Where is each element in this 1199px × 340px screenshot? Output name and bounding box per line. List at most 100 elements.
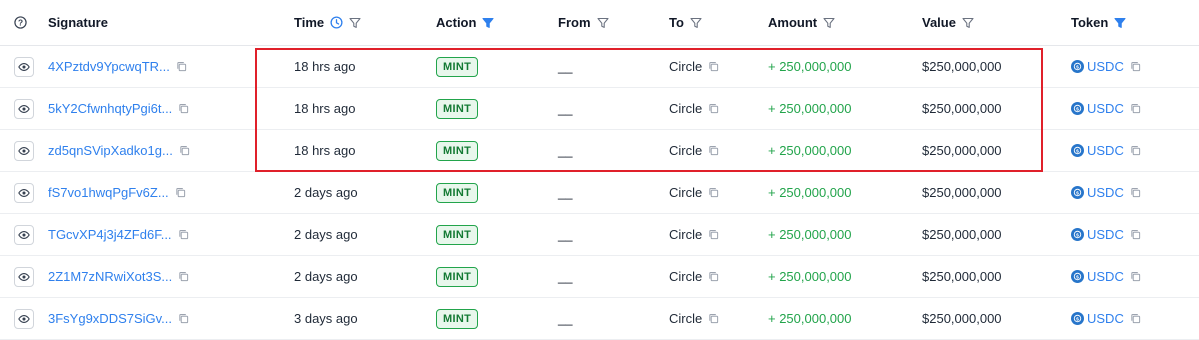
table-header: ? Signature Time Action From To Amount V… xyxy=(0,0,1199,46)
amount-text: + 250,000,000 xyxy=(768,185,852,200)
help-icon[interactable]: ? xyxy=(14,0,27,45)
copy-icon[interactable] xyxy=(1130,313,1141,324)
from-text: __ xyxy=(558,185,573,200)
eye-icon xyxy=(18,313,30,325)
copy-icon[interactable] xyxy=(178,229,189,240)
value-text: $250,000,000 xyxy=(922,311,1002,326)
clock-icon[interactable] xyxy=(330,16,343,29)
usdc-coin-icon: $ xyxy=(1071,186,1084,199)
header-from: From xyxy=(558,15,591,30)
eye-icon xyxy=(18,103,30,115)
action-badge: MINT xyxy=(436,224,479,245)
token-link[interactable]: USDC xyxy=(1087,227,1124,242)
token-link[interactable]: USDC xyxy=(1087,143,1124,158)
header-amount: Amount xyxy=(768,15,818,30)
signature-link[interactable]: 3FsYg9xDDS7SiGv... xyxy=(48,311,172,326)
signature-link[interactable]: TGcvXP4j3j4ZFd6F... xyxy=(48,227,172,242)
svg-text:$: $ xyxy=(1076,316,1079,322)
usdc-coin-icon: $ xyxy=(1071,144,1084,157)
action-badge: MINT xyxy=(436,266,479,287)
signature-link[interactable]: 2Z1M7zNRwiXot3S... xyxy=(48,269,172,284)
eye-icon xyxy=(18,61,30,73)
copy-icon[interactable] xyxy=(708,229,719,240)
view-details-button[interactable] xyxy=(14,182,34,203)
value-text: $250,000,000 xyxy=(922,269,1002,284)
filter-icon[interactable] xyxy=(596,17,609,29)
view-details-button[interactable] xyxy=(14,56,34,77)
header-signature: Signature xyxy=(48,15,108,30)
to-text[interactable]: Circle xyxy=(669,269,702,284)
signature-link[interactable]: 4XPztdv9YpcwqTR... xyxy=(48,59,170,74)
eye-icon xyxy=(18,145,30,157)
header-action: Action xyxy=(436,15,477,30)
to-text[interactable]: Circle xyxy=(669,311,702,326)
signature-link[interactable]: fS7vo1hwqPgFv6Z... xyxy=(48,185,169,200)
eye-icon xyxy=(18,271,30,283)
copy-icon[interactable] xyxy=(178,103,189,114)
copy-icon[interactable] xyxy=(178,313,189,324)
copy-icon[interactable] xyxy=(176,61,187,72)
svg-text:$: $ xyxy=(1076,64,1079,70)
view-details-button[interactable] xyxy=(14,140,34,161)
usdc-coin-icon: $ xyxy=(1071,270,1084,283)
eye-icon xyxy=(18,187,30,199)
time-text: 2 days ago xyxy=(294,269,358,284)
usdc-coin-icon: $ xyxy=(1071,60,1084,73)
table-row: 2Z1M7zNRwiXot3S... 2 days ago MINT __ Ci… xyxy=(0,256,1199,298)
copy-icon[interactable] xyxy=(178,271,189,282)
copy-icon[interactable] xyxy=(1130,145,1141,156)
token-link[interactable]: USDC xyxy=(1087,101,1124,116)
view-details-button[interactable] xyxy=(14,266,34,287)
copy-icon[interactable] xyxy=(1130,61,1141,72)
action-badge: MINT xyxy=(436,308,479,329)
copy-icon[interactable] xyxy=(175,187,186,198)
token-link[interactable]: USDC xyxy=(1087,59,1124,74)
svg-text:$: $ xyxy=(1076,232,1079,238)
copy-icon[interactable] xyxy=(708,271,719,282)
copy-icon[interactable] xyxy=(1130,103,1141,114)
amount-text: + 250,000,000 xyxy=(768,311,852,326)
time-text: 2 days ago xyxy=(294,227,358,242)
usdc-coin-icon: $ xyxy=(1071,228,1084,241)
action-badge: MINT xyxy=(436,182,479,203)
amount-text: + 250,000,000 xyxy=(768,227,852,242)
header-time: Time xyxy=(294,15,325,30)
copy-icon[interactable] xyxy=(708,187,719,198)
svg-text:$: $ xyxy=(1076,148,1079,154)
signature-link[interactable]: zd5qnSVipXadko1g... xyxy=(48,143,173,158)
copy-icon[interactable] xyxy=(1130,271,1141,282)
table-row: 3FsYg9xDDS7SiGv... 3 days ago MINT __ Ci… xyxy=(0,298,1199,340)
to-text[interactable]: Circle xyxy=(669,227,702,242)
filter-active-icon[interactable] xyxy=(1114,17,1126,29)
filter-icon[interactable] xyxy=(962,17,974,29)
token-link[interactable]: USDC xyxy=(1087,311,1124,326)
value-text: $250,000,000 xyxy=(922,185,1002,200)
view-details-button[interactable] xyxy=(14,224,34,245)
copy-icon[interactable] xyxy=(1130,187,1141,198)
copy-icon[interactable] xyxy=(708,313,719,324)
time-text: 3 days ago xyxy=(294,311,358,326)
svg-text:$: $ xyxy=(1076,274,1079,280)
usdc-coin-icon: $ xyxy=(1071,102,1084,115)
filter-icon[interactable] xyxy=(349,17,361,29)
table-row: TGcvXP4j3j4ZFd6F... 2 days ago MINT __ C… xyxy=(0,214,1199,256)
copy-icon[interactable] xyxy=(179,145,190,156)
filter-active-icon[interactable] xyxy=(482,17,495,29)
header-to: To xyxy=(669,15,684,30)
token-link[interactable]: USDC xyxy=(1087,269,1124,284)
token-link[interactable]: USDC xyxy=(1087,185,1124,200)
header-token: Token xyxy=(1071,15,1109,30)
filter-icon[interactable] xyxy=(690,17,702,29)
signature-link[interactable]: 5kY2CfwnhqtyPgi6t... xyxy=(48,101,172,116)
filter-icon[interactable] xyxy=(823,17,835,29)
view-details-button[interactable] xyxy=(14,98,34,119)
svg-text:?: ? xyxy=(18,17,23,27)
view-details-button[interactable] xyxy=(14,308,34,329)
amount-text: + 250,000,000 xyxy=(768,269,852,284)
header-value: Value xyxy=(922,15,956,30)
to-text[interactable]: Circle xyxy=(669,185,702,200)
eye-icon xyxy=(18,229,30,241)
usdc-coin-icon: $ xyxy=(1071,312,1084,325)
svg-text:$: $ xyxy=(1076,106,1079,112)
copy-icon[interactable] xyxy=(1130,229,1141,240)
